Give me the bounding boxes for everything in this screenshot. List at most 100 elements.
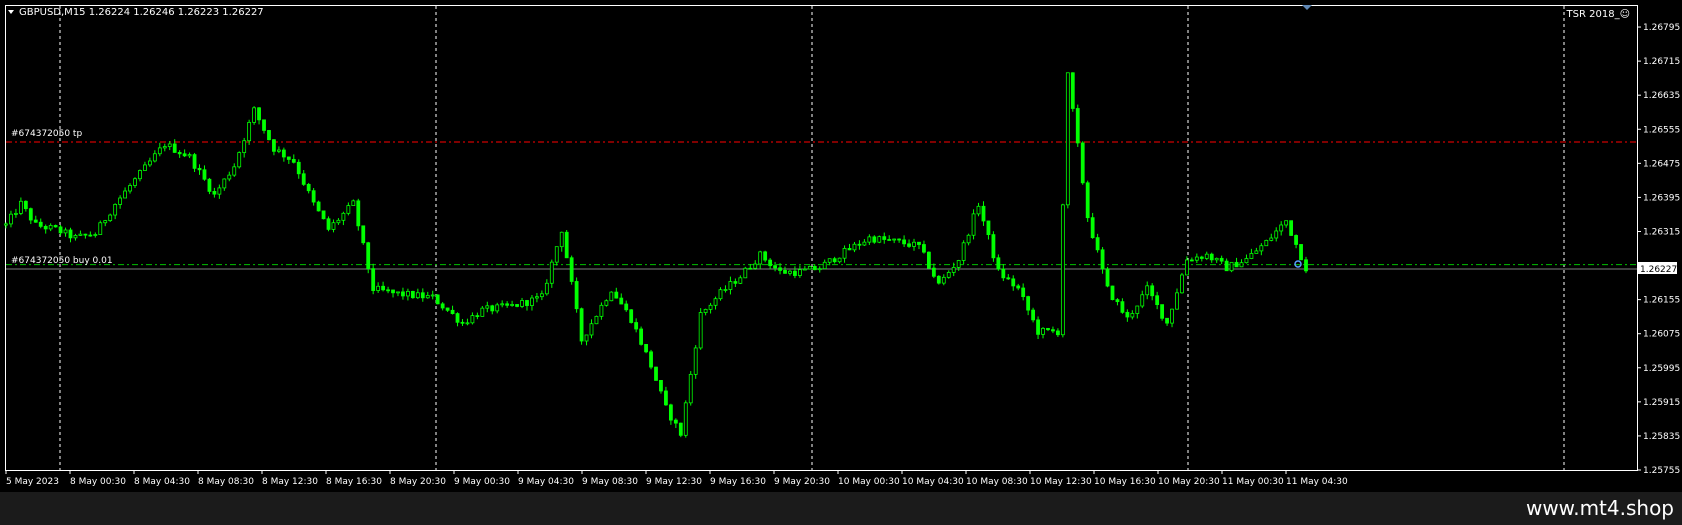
candle-body [599,304,604,317]
candle-body [1100,249,1105,270]
candle-body [812,266,817,271]
candle-body [996,257,1001,270]
candle-body [68,229,73,239]
candle-body [445,307,450,311]
x-tick-label: 10 May 20:30 [1158,477,1220,487]
candle-body [93,234,98,236]
candle-body [847,248,852,251]
x-tick-label: 5 May 2023 [6,477,59,487]
candle-body [1046,327,1050,331]
candle-body [822,261,827,270]
candle-body [356,200,361,227]
candle-body [539,293,544,298]
candle-body [1170,308,1174,324]
candle-body [763,251,768,261]
candle-body [1269,237,1274,241]
candle-body [664,390,668,406]
candle-body [1239,262,1244,268]
candle-body [495,304,500,312]
candle-body [252,107,256,123]
candle-body [296,161,301,175]
candle-body [425,295,430,299]
candle-body [1224,260,1229,272]
candle-body [172,143,177,153]
candle-body [212,191,217,195]
candle-body [559,231,564,248]
candle-body [1254,250,1259,254]
x-tick-label: 8 May 08:30 [198,477,254,487]
candle-body [693,347,698,375]
time-axis[interactable]: 5 May 2023 8 May 00:30 8 May 04:30 8 May 08… [5,470,1348,487]
candle-body [718,289,723,300]
candle-body [649,351,653,368]
candle-body [688,373,693,404]
candle-body [73,235,78,239]
candle-body [897,238,902,241]
candle-body [892,238,897,241]
candle-body [53,225,58,228]
candle-body [366,242,371,270]
candle-body [733,281,738,284]
candle-body [33,219,38,223]
candle-body [455,313,460,323]
candle-body [668,404,673,421]
candle-body [267,130,271,141]
plot-frame [5,5,1638,471]
candle-body [1070,72,1075,109]
candle-body [1065,72,1070,206]
candle-body [197,167,202,171]
candle-body [133,178,137,186]
x-tick-label: 9 May 00:30 [454,477,510,487]
candle-body [708,304,713,310]
x-tick-label: 9 May 12:30 [646,477,702,487]
price-chart[interactable]: 1.26795 1.26715 1.26635 1.26555 1.26475 1.263… [0,0,1682,492]
candle-body [1120,301,1125,313]
candle-body [981,205,986,222]
candle-body [152,153,157,162]
candle-body [415,292,420,299]
candle-body [783,270,787,274]
candle-body [569,257,574,282]
candle-body [817,268,822,271]
candle-body [872,236,877,243]
candle-body [614,291,619,299]
candle-body [98,222,103,235]
shift-marker-icon[interactable] [1302,5,1312,10]
candle-body [1214,257,1219,261]
candle-body [991,234,996,259]
candle-body [43,225,48,230]
candle-body [1150,285,1155,297]
chart-window[interactable]: 1.26795 1.26715 1.26635 1.26555 1.26475 1.263… [0,0,1682,492]
candle-body [162,146,167,149]
candle-body [1051,329,1055,332]
candle-body [986,220,991,236]
candle-body [118,197,123,205]
candle-body [192,154,197,169]
candle-body [187,154,192,157]
candle-body [450,309,455,314]
candle-body [544,282,549,295]
dropdown-triangle-icon[interactable] [8,10,14,14]
x-tick-label: 8 May 00:30 [70,477,126,487]
candle-body [58,226,63,234]
candle-body [644,343,648,353]
candle-body [237,152,242,168]
candle-body [18,200,23,214]
candle-body [768,259,773,267]
candle-body [485,305,490,309]
candle-body [788,270,792,274]
candle-body [683,402,688,436]
candle-body [842,248,847,259]
candle-body [167,143,172,147]
price-axis[interactable]: 1.26795 1.26715 1.26635 1.26555 1.26475 1.263… [1637,23,1680,476]
candle-body [1021,287,1026,298]
candle-body [1080,142,1085,184]
candle-body [1219,257,1224,262]
candle-body [430,294,435,297]
candle-body [1026,296,1031,311]
y-tick-label: 1.26635 [1643,91,1680,101]
candle-body [1180,274,1184,294]
candle-body [1209,253,1214,261]
x-tick-label: 8 May 04:30 [134,477,190,487]
candle-body [976,205,981,215]
